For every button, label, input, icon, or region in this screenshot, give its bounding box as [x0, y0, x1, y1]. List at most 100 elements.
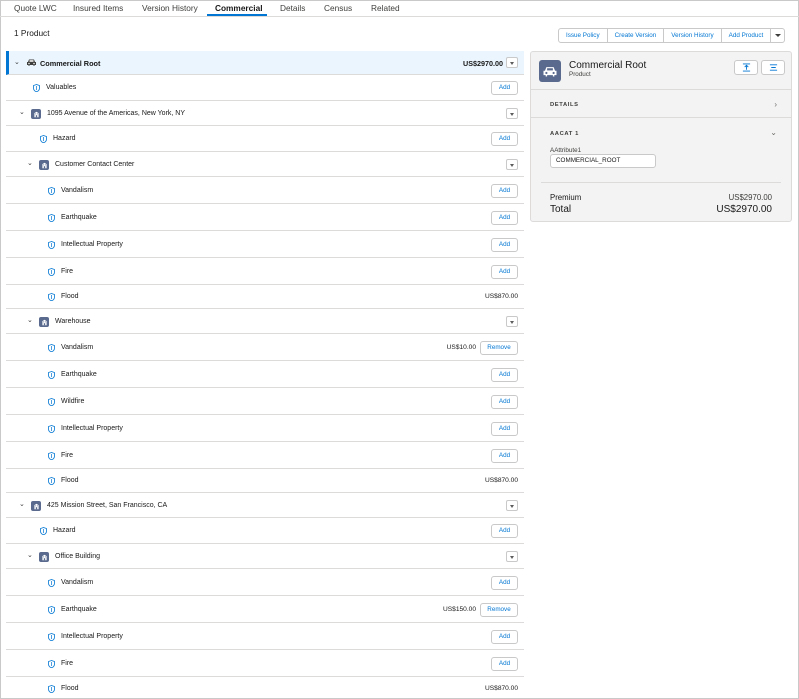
shield-icon — [40, 527, 47, 537]
tree-row-coverage[interactable]: Intellectual Property Add — [6, 623, 524, 650]
chevron-down-icon[interactable]: ⌄ — [27, 317, 33, 324]
row-menu-button[interactable] — [506, 108, 518, 119]
add-coverage-button[interactable]: Add — [491, 184, 518, 198]
add-coverage-button[interactable]: Add — [491, 81, 518, 95]
tree-row-coverage[interactable]: Fire Add — [6, 650, 524, 677]
shield-icon — [48, 633, 55, 643]
row-menu-button[interactable] — [506, 500, 518, 511]
tab-census[interactable]: Census — [324, 3, 352, 13]
tree-row-coverage[interactable]: Earthquake Add — [6, 361, 524, 388]
tree-row-price: US$10.00 — [446, 344, 476, 351]
add-coverage-button[interactable]: Add — [491, 630, 518, 644]
tree-row-coverage[interactable]: Fire Add — [6, 442, 524, 469]
tab-related[interactable]: Related — [371, 3, 400, 13]
aacat-section[interactable]: AACAT 1 ⌄ — [531, 118, 791, 138]
tree-row-coverage[interactable]: Vandalism Add — [6, 177, 524, 204]
list-icon — [769, 64, 777, 71]
action-button-group: Issue Policy Create Version Version Hist… — [558, 28, 786, 43]
create-version-button[interactable]: Create Version — [607, 28, 665, 43]
tree-row-coverage[interactable]: Intellectual Property Add — [6, 231, 524, 258]
add-coverage-button[interactable]: Add — [491, 524, 518, 538]
chevron-right-icon[interactable]: › — [774, 100, 777, 109]
tree-row-coverage[interactable]: Vandalism Add — [6, 569, 524, 596]
more-actions-menu-button[interactable] — [771, 28, 786, 43]
tree-row-coverage[interactable]: Flood US$870.00 — [6, 469, 524, 493]
tree-row-coverage[interactable]: Hazard Add — [6, 518, 524, 544]
tree-row-location[interactable]: ⌄ Customer Contact Center — [6, 152, 524, 177]
chevron-down-icon[interactable]: ⌄ — [19, 109, 25, 116]
tree-row-coverage[interactable]: Flood US$870.00 — [6, 285, 524, 309]
tree-row-label: Fire — [61, 452, 74, 459]
tree-row-coverage[interactable]: Earthquake Add — [6, 204, 524, 231]
tree-row-label: 425 Mission Street, San Francisco, CA — [47, 502, 168, 509]
details-section[interactable]: DETAILS › — [531, 90, 791, 118]
shield-icon — [48, 398, 55, 408]
shield-icon — [48, 268, 55, 278]
building-icon — [39, 160, 49, 170]
add-coverage-button[interactable]: Add — [491, 422, 518, 436]
expand-all-button[interactable] — [734, 60, 758, 75]
add-product-button[interactable]: Add Product — [721, 28, 772, 43]
add-coverage-button[interactable]: Add — [491, 449, 518, 463]
add-coverage-button[interactable]: Add — [491, 657, 518, 671]
tree-row-price: US$150.00 — [443, 606, 476, 613]
shield-icon — [48, 606, 55, 616]
row-menu-button[interactable] — [506, 316, 518, 327]
expand-icon — [742, 63, 750, 72]
shield-icon — [48, 660, 55, 670]
shield-icon — [48, 187, 55, 197]
tree-row-location[interactable]: ⌄ 425 Mission Street, San Francisco, CA — [6, 493, 524, 518]
attribute-input[interactable]: COMMERCIAL_ROOT — [550, 154, 656, 168]
remove-coverage-button[interactable]: Remove — [480, 341, 518, 355]
tree-row-coverage[interactable]: Valuables Add — [6, 75, 524, 101]
collapse-all-button[interactable] — [761, 60, 785, 75]
car-icon — [539, 60, 561, 82]
add-coverage-button[interactable]: Add — [491, 265, 518, 279]
tree-row-location[interactable]: ⌄ Warehouse — [6, 309, 524, 334]
add-coverage-button[interactable]: Add — [491, 395, 518, 409]
chevron-down-icon[interactable]: ⌄ — [27, 552, 33, 559]
add-coverage-button[interactable]: Add — [491, 368, 518, 382]
tree-row-location[interactable]: ⌄ Office Building — [6, 544, 524, 569]
premium-value: US$2970.00 — [728, 193, 772, 202]
add-coverage-button[interactable]: Add — [491, 132, 518, 146]
tab-details[interactable]: Details — [280, 3, 305, 13]
tree-row-root[interactable]: ⌄ Commercial Root US$2970.00 — [6, 51, 524, 75]
tab-version-history[interactable]: Version History — [142, 3, 198, 13]
version-history-button[interactable]: Version History — [664, 28, 722, 43]
chevron-down-icon[interactable]: ⌄ — [27, 160, 33, 167]
issue-policy-button[interactable]: Issue Policy — [558, 28, 608, 43]
product-count: 1 Product — [14, 28, 50, 38]
remove-coverage-button[interactable]: Remove — [480, 603, 518, 617]
tree-row-label: Vandalism — [61, 187, 94, 194]
tree-row-coverage[interactable]: Wildfire Add — [6, 388, 524, 415]
tree-row-label: Office Building — [55, 553, 101, 560]
tree-row-price: US$870.00 — [485, 685, 518, 692]
tree-row-coverage[interactable]: Fire Add — [6, 258, 524, 285]
tree-row-coverage[interactable]: Hazard Add — [6, 126, 524, 152]
tree-row-coverage[interactable]: Flood US$870.00 — [6, 677, 524, 699]
tree-row-location[interactable]: ⌄ 1095 Avenue of the Americas, New York, … — [6, 101, 524, 126]
chevron-down-icon[interactable]: ⌄ — [770, 128, 777, 137]
panel-header: Commercial Root Product — [531, 52, 791, 90]
tree-row-coverage[interactable]: Earthquake Remove US$150.00 — [6, 596, 524, 623]
add-coverage-button[interactable]: Add — [491, 211, 518, 225]
tree-row-price: US$2970.00 — [463, 59, 503, 68]
tree-row-coverage[interactable]: Intellectual Property Add — [6, 415, 524, 442]
row-menu-button[interactable] — [506, 159, 518, 170]
add-coverage-button[interactable]: Add — [491, 238, 518, 252]
tree-row-coverage[interactable]: Vandalism Remove US$10.00 — [6, 334, 524, 361]
details-section-title: DETAILS — [550, 102, 579, 108]
tree-row-label: Fire — [61, 268, 74, 275]
tab-quote-lwc[interactable]: Quote LWC — [14, 3, 57, 13]
row-menu-button[interactable] — [506, 551, 518, 562]
tree-row-label: Vandalism — [61, 579, 94, 586]
tree-row-label: Earthquake — [61, 214, 97, 221]
row-menu-button[interactable] — [506, 57, 518, 68]
chevron-down-icon[interactable]: ⌄ — [14, 59, 20, 66]
chevron-down-icon[interactable]: ⌄ — [19, 501, 25, 508]
tab-commercial[interactable]: Commercial — [215, 3, 263, 13]
total-value: US$2970.00 — [716, 204, 772, 215]
add-coverage-button[interactable]: Add — [491, 576, 518, 590]
tab-insured-items[interactable]: Insured Items — [73, 3, 123, 13]
